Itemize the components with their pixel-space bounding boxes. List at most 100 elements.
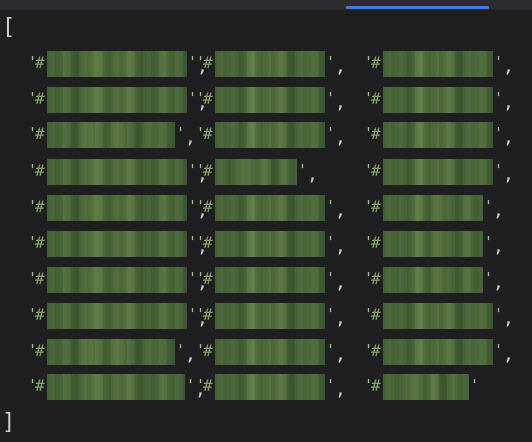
close-quote: ': [326, 269, 336, 287]
list-item: ' # ',: [196, 121, 346, 151]
comma-separator: ,: [503, 344, 514, 365]
hash-symbol: #: [35, 124, 45, 143]
list-item: ' # ',: [196, 230, 346, 260]
close-quote: ': [484, 269, 494, 287]
comma-separator: ,: [335, 379, 346, 400]
hash-symbol: #: [35, 233, 45, 252]
comma-separator: ,: [335, 308, 346, 329]
close-quote: ': [494, 161, 504, 179]
comma-separator: ,: [335, 127, 346, 148]
hash-symbol: #: [371, 341, 381, 360]
redacted-hex-value: [383, 231, 483, 257]
close-quote: ': [494, 124, 504, 142]
list-item: ' # ',: [364, 158, 514, 188]
redacted-hex-value: [383, 51, 493, 77]
redacted-hex-value: [47, 339, 175, 365]
close-quote: ': [494, 341, 504, 359]
comma-separator: ,: [493, 200, 504, 221]
redacted-hex-value: [47, 303, 187, 329]
open-bracket: [: [2, 15, 16, 40]
list-item: ' # ',: [364, 338, 514, 368]
editor-tab-bar: [0, 0, 532, 10]
redacted-hex-value: [47, 267, 187, 293]
list-item: ' # ',: [28, 302, 208, 332]
hash-symbol: #: [35, 89, 45, 108]
comma-separator: ,: [503, 164, 514, 185]
redacted-hex-value: [383, 303, 493, 329]
redacted-hex-value: [215, 122, 325, 148]
close-quote: ': [326, 89, 336, 107]
list-item: ' # ',: [196, 86, 346, 116]
hash-symbol: #: [203, 233, 213, 252]
comma-separator: ,: [335, 56, 346, 77]
hash-symbol: #: [371, 89, 381, 108]
close-quote: ': [326, 197, 336, 215]
comma-separator: ,: [335, 272, 346, 293]
comma-separator: ,: [503, 92, 514, 113]
close-quote: ': [326, 305, 336, 323]
redacted-hex-value: [215, 303, 325, 329]
hash-symbol: #: [203, 53, 213, 72]
hash-symbol: #: [371, 305, 381, 324]
hash-symbol: #: [371, 53, 381, 72]
redacted-hex-value: [383, 87, 493, 113]
redacted-hex-value: [47, 231, 187, 257]
list-item: ' # ',: [28, 373, 206, 403]
close-bracket: ]: [2, 410, 16, 435]
comma-separator: ,: [503, 56, 514, 77]
hash-symbol: #: [371, 233, 381, 252]
list-item: ' # ': [364, 373, 490, 403]
close-quote: ': [298, 161, 308, 179]
list-item: ' # ',: [196, 158, 318, 188]
list-item: ' # ',: [28, 50, 208, 80]
hash-symbol: #: [203, 341, 213, 360]
hash-symbol: #: [35, 197, 45, 216]
hash-symbol: #: [203, 376, 213, 395]
close-quote: ': [326, 341, 336, 359]
close-quote: ': [494, 305, 504, 323]
redacted-hex-value: [47, 374, 185, 400]
list-item: ' # ',: [28, 230, 208, 260]
hash-symbol: #: [203, 89, 213, 108]
code-editor: [ ' # ', ' # ', ' # ', ' # ', ' # ', ' # ', ' # ', ' # ', ' # ', ' #…: [0, 0, 532, 442]
active-tab-indicator[interactable]: [346, 6, 489, 9]
list-item: ' # ',: [28, 194, 208, 224]
list-item: ' # ',: [364, 121, 514, 151]
hash-symbol: #: [203, 124, 213, 143]
list-item: ' # ',: [196, 373, 346, 403]
close-quote: ': [326, 233, 336, 251]
list-item: ' # ',: [28, 121, 196, 151]
list-item: ' # ',: [196, 266, 346, 296]
close-quote: ': [326, 124, 336, 142]
list-item: ' # ',: [364, 230, 504, 260]
list-item: ' # ',: [28, 86, 208, 116]
redacted-hex-value: [383, 195, 483, 221]
list-item: ' # ',: [196, 50, 346, 80]
redacted-hex-value: [383, 339, 493, 365]
list-item: ' # ',: [364, 50, 514, 80]
hash-symbol: #: [371, 124, 381, 143]
hash-symbol: #: [35, 305, 45, 324]
comma-separator: ,: [503, 127, 514, 148]
comma-separator: ,: [185, 127, 196, 148]
close-quote: ': [494, 89, 504, 107]
redacted-hex-value: [383, 374, 469, 400]
close-quote: ': [470, 376, 480, 394]
redacted-hex-value: [383, 267, 483, 293]
hash-symbol: #: [35, 53, 45, 72]
hash-symbol: #: [35, 161, 45, 180]
hash-symbol: #: [35, 376, 45, 395]
list-item: ' # ',: [196, 194, 346, 224]
close-quote: ': [494, 53, 504, 71]
hash-symbol: #: [371, 376, 381, 395]
list-item: ' # ',: [364, 266, 504, 296]
comma-separator: ,: [335, 200, 346, 221]
list-item: ' # ',: [28, 158, 208, 188]
redacted-hex-value: [215, 374, 325, 400]
redacted-hex-value: [47, 87, 187, 113]
redacted-hex-value: [215, 339, 325, 365]
close-quote: ': [176, 341, 186, 359]
hash-symbol: #: [203, 161, 213, 180]
list-item: ' # ',: [364, 194, 504, 224]
redacted-hex-value: [47, 195, 187, 221]
